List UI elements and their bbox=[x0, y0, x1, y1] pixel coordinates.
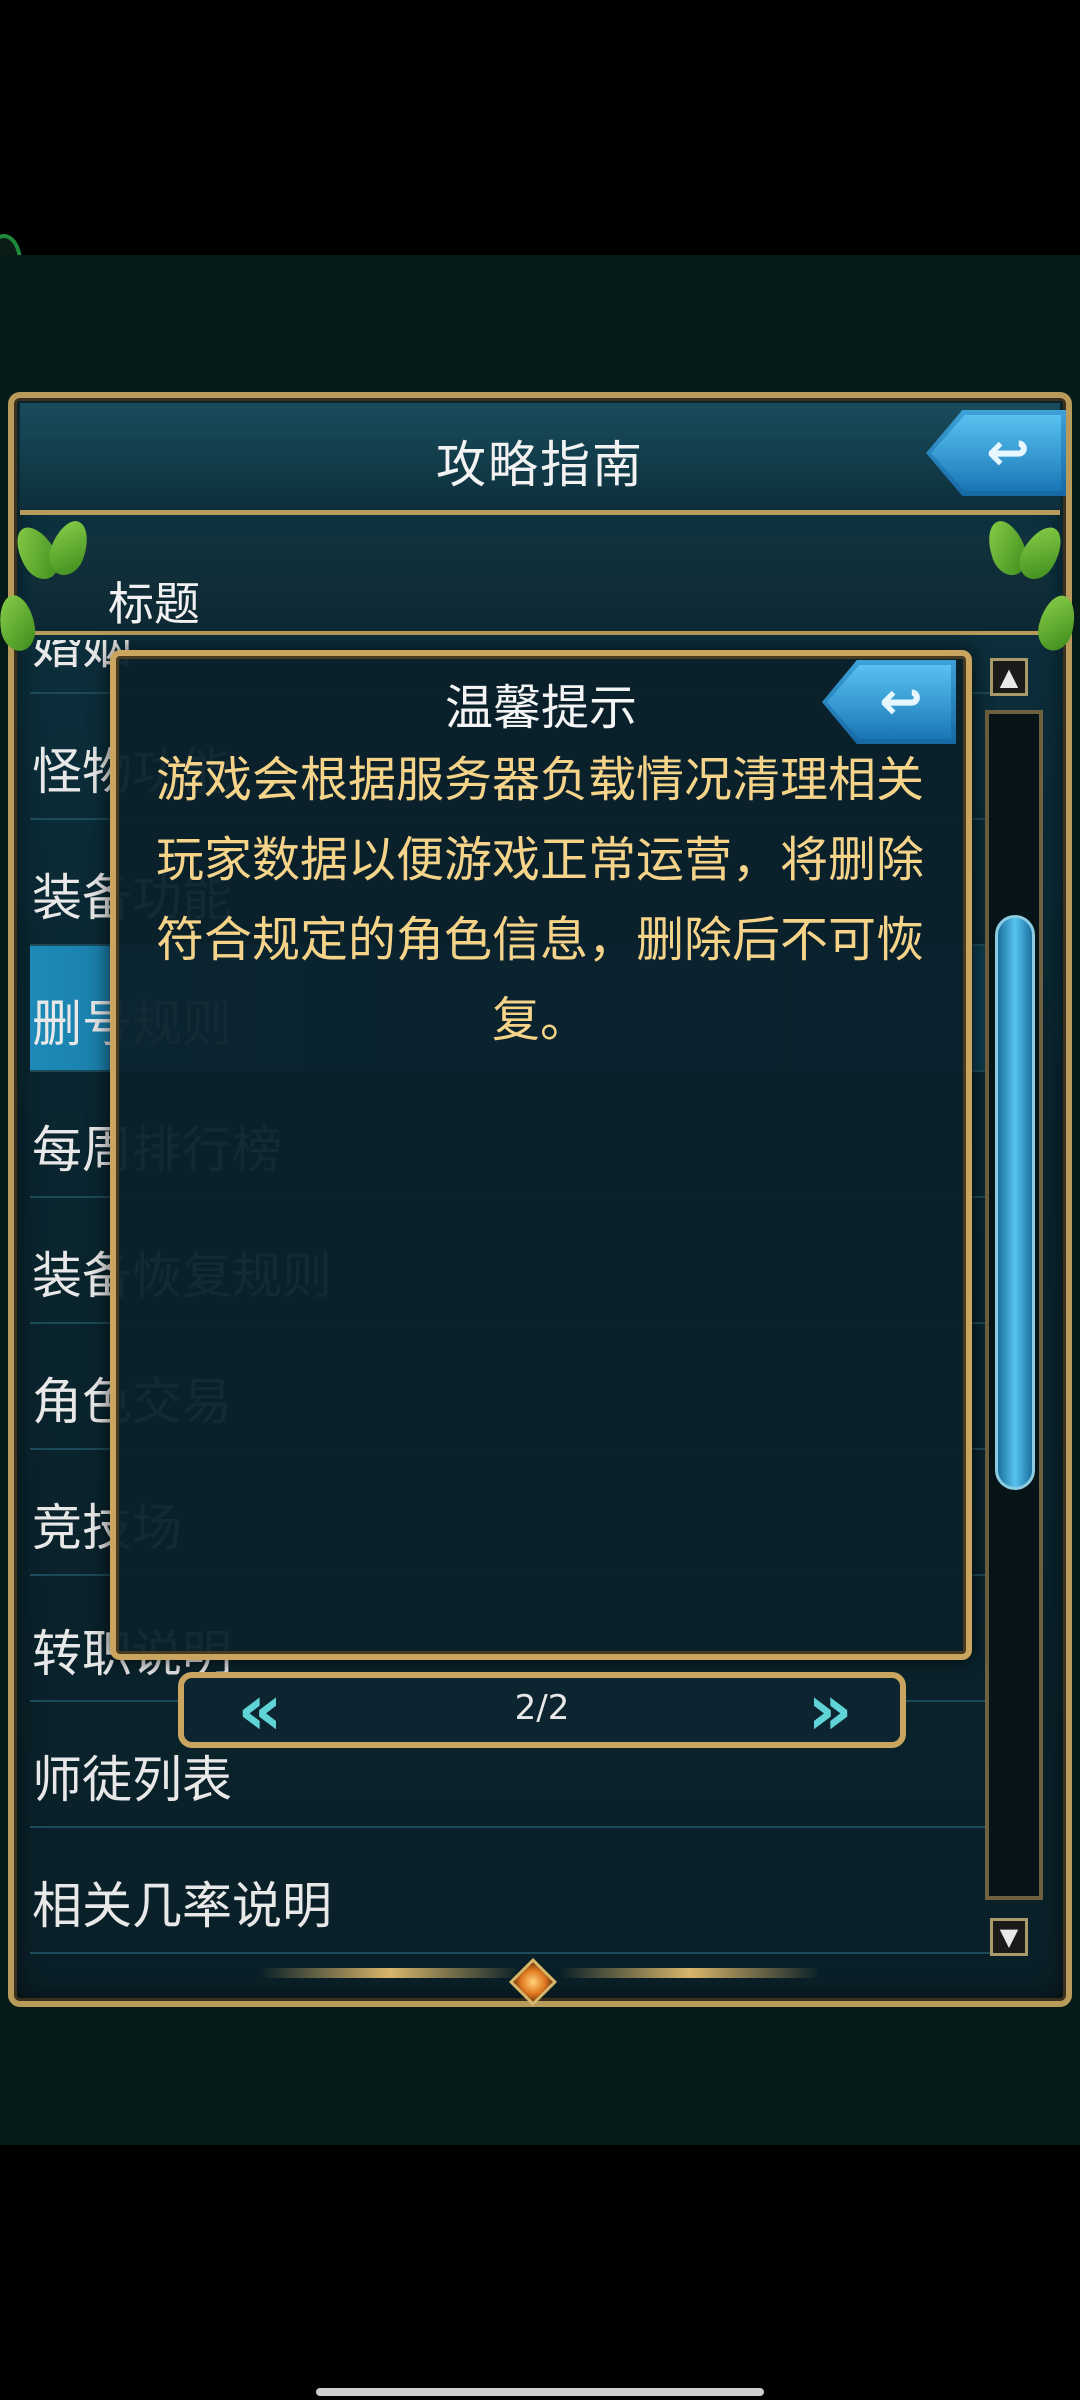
guide-title: 攻略指南 bbox=[436, 436, 644, 494]
scroll-down-button[interactable]: ▼ bbox=[990, 1918, 1028, 1956]
double-right-arrow-icon: » bbox=[807, 1669, 852, 1751]
window-back-button[interactable]: ↩ bbox=[926, 410, 1066, 496]
bottom-bar-area bbox=[0, 2145, 1080, 2400]
gold-ornament bbox=[260, 1968, 520, 1978]
next-page-button[interactable]: » bbox=[770, 1675, 880, 1745]
dialog-message: 游戏会根据服务器负载情况清理相关玩家数据以便游戏正常运营，将删除符合规定的角色信… bbox=[155, 752, 924, 1048]
top-bar-area bbox=[0, 0, 1080, 255]
back-arrow-icon: ↩ bbox=[986, 423, 1030, 483]
gold-ornament bbox=[560, 1968, 820, 1978]
list-header-title: 标题 bbox=[108, 577, 200, 631]
list-item[interactable]: 相关几率说明 bbox=[30, 1828, 990, 1954]
scrollbar-thumb[interactable] bbox=[995, 915, 1035, 1490]
dialog-close-button[interactable]: ↩ bbox=[822, 660, 956, 744]
triangle-up-icon: ▲ bbox=[999, 663, 1019, 691]
scroll-up-button[interactable]: ▲ bbox=[990, 658, 1028, 696]
back-arrow-icon: ↩ bbox=[879, 672, 923, 732]
home-indicator[interactable] bbox=[316, 2388, 764, 2396]
triangle-down-icon: ▼ bbox=[999, 1923, 1019, 1951]
